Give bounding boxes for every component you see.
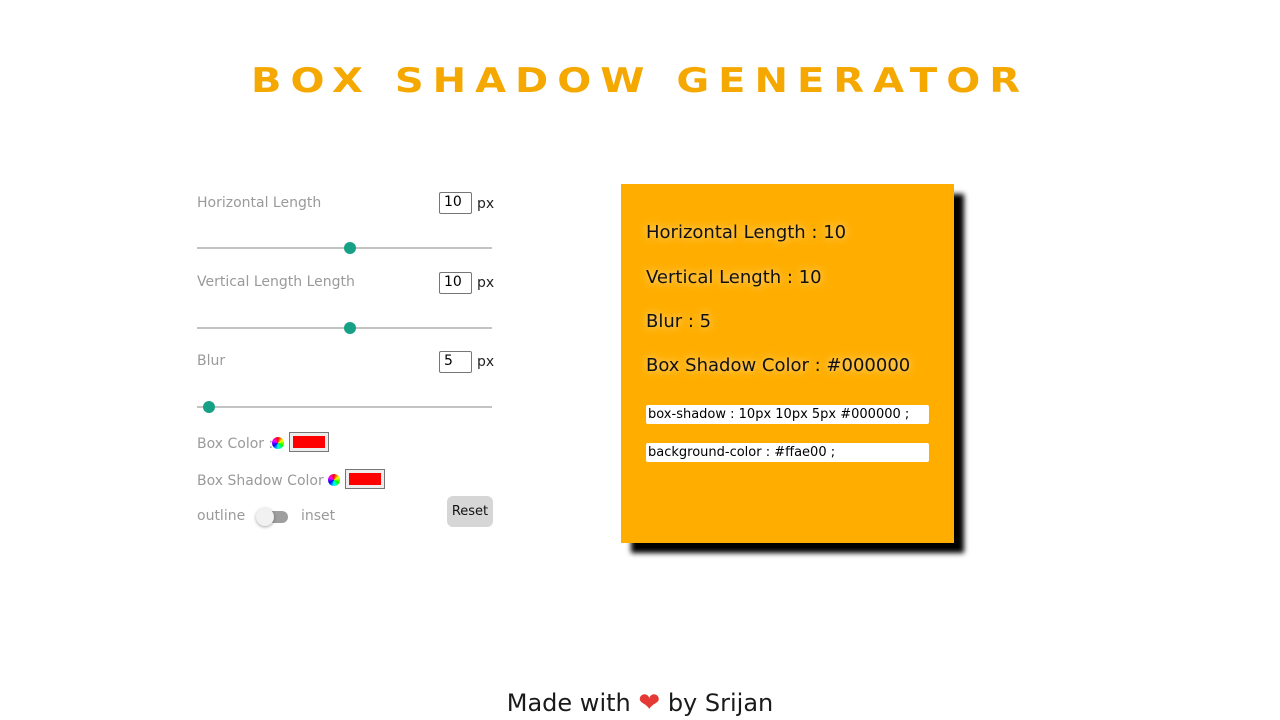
preview-blur: Blur : 5: [646, 311, 712, 332]
page-title: BOX SHADOW GENERATOR: [250, 61, 1030, 101]
inset-label: inset: [301, 508, 336, 524]
footer: Made with ❤ by Srijan: [0, 688, 1280, 718]
horizontal-length-label: Horizontal Length: [197, 195, 322, 211]
horizontal-length-input[interactable]: 10: [439, 192, 472, 214]
horizontal-length-slider[interactable]: [197, 240, 492, 256]
outline-label: outline: [197, 508, 246, 524]
horizontal-unit: px: [477, 196, 495, 212]
box-color-label: Box Color :: [197, 436, 274, 452]
vertical-length-input[interactable]: 10: [439, 272, 472, 294]
slider-thumb[interactable]: [344, 242, 357, 254]
slider-thumb[interactable]: [202, 401, 215, 413]
blur-unit: px: [477, 354, 495, 370]
reset-button[interactable]: Reset: [447, 496, 493, 527]
toggle-knob: [256, 508, 274, 526]
color-wheel-icon: [272, 437, 284, 449]
slider-track: [197, 406, 492, 408]
preview-box: Horizontal Length : 10 Vertical Length :…: [621, 184, 954, 543]
vertical-length-label: Vertical Length Length: [197, 274, 355, 290]
box-shadow-code[interactable]: box-shadow : 10px 10px 5px #000000 ;: [646, 405, 929, 424]
inset-toggle[interactable]: [256, 508, 288, 526]
blur-input[interactable]: 5: [439, 351, 472, 373]
slider-thumb[interactable]: [344, 322, 357, 334]
box-shadow-color-swatch: [349, 473, 381, 485]
footer-prefix: Made with: [506, 689, 631, 717]
box-color-swatch: [293, 436, 325, 448]
heart-icon: ❤: [638, 688, 661, 718]
blur-label: Blur: [197, 353, 226, 369]
box-shadow-color-label: Box Shadow Color :: [197, 473, 333, 489]
preview-horizontal-length: Horizontal Length : 10: [646, 222, 847, 243]
preview-shadow-color: Box Shadow Color : #000000: [646, 355, 911, 376]
background-color-code[interactable]: background-color : #ffae00 ;: [646, 443, 929, 462]
vertical-unit: px: [477, 275, 495, 291]
vertical-length-slider[interactable]: [197, 320, 492, 336]
color-wheel-icon: [328, 474, 340, 486]
preview-vertical-length: Vertical Length : 10: [646, 267, 822, 288]
blur-slider[interactable]: [197, 399, 492, 415]
box-shadow-color-picker[interactable]: [345, 469, 385, 489]
footer-author: by Srijan: [667, 689, 774, 717]
box-color-picker[interactable]: [289, 432, 329, 452]
